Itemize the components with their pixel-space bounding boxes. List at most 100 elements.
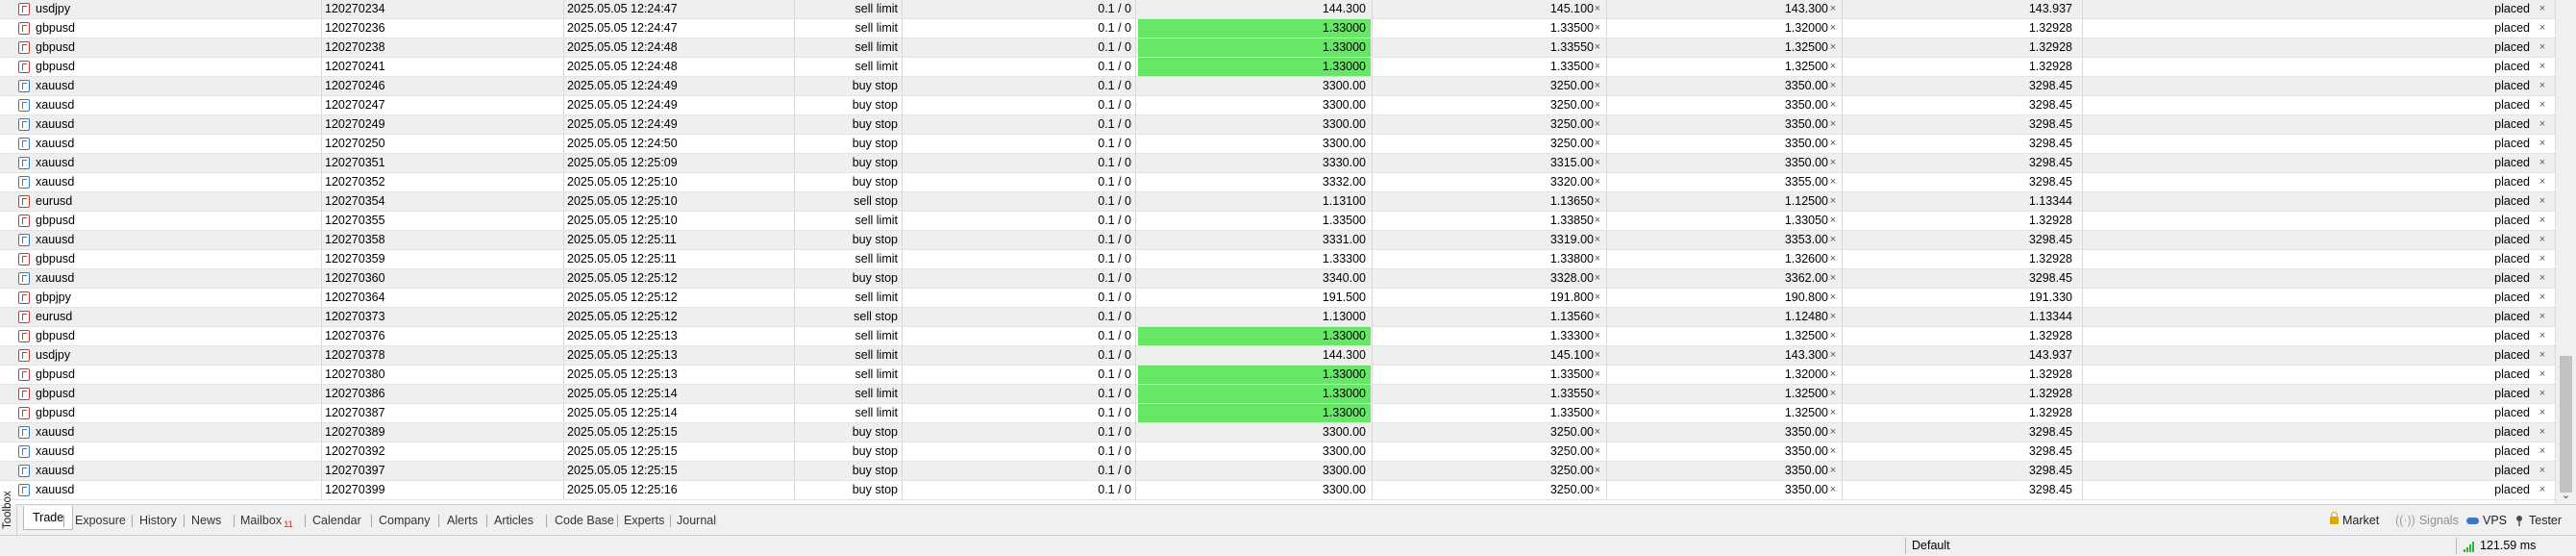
table-row[interactable]: gbpusd 120270387 2025.05.05 12:25:14 sell l… <box>0 404 2555 423</box>
remove-sl-icon[interactable]: × <box>1592 115 1603 134</box>
take-profit-cell[interactable]: 3350.00 <box>1610 77 1828 95</box>
remove-tp-icon[interactable]: × <box>1827 327 1839 345</box>
delete-order-icon[interactable]: × <box>2536 250 2549 268</box>
stop-loss-cell[interactable]: 3250.00 <box>1375 96 1594 114</box>
take-profit-cell[interactable]: 1.12500 <box>1610 192 1828 211</box>
take-profit-cell[interactable]: 3353.00 <box>1610 231 1828 249</box>
remove-tp-icon[interactable]: × <box>1827 115 1839 134</box>
remove-sl-icon[interactable]: × <box>1592 327 1603 345</box>
remove-tp-icon[interactable]: × <box>1827 481 1839 499</box>
tab-history[interactable]: History <box>139 511 177 530</box>
take-profit-cell[interactable]: 3350.00 <box>1610 135 1828 153</box>
take-profit-cell[interactable]: 1.32500 <box>1610 404 1828 422</box>
take-profit-cell[interactable]: 1.32500 <box>1610 58 1828 76</box>
take-profit-cell[interactable]: 3362.00 <box>1610 269 1828 288</box>
remove-sl-icon[interactable]: × <box>1592 231 1603 249</box>
remove-sl-icon[interactable]: × <box>1592 481 1603 499</box>
tab-code-base[interactable]: Code Base <box>555 511 614 530</box>
remove-tp-icon[interactable]: × <box>1827 38 1839 57</box>
stop-loss-cell[interactable]: 3250.00 <box>1375 77 1594 95</box>
stop-loss-cell[interactable]: 1.33550 <box>1375 385 1594 403</box>
take-profit-cell[interactable]: 3350.00 <box>1610 154 1828 172</box>
remove-tp-icon[interactable]: × <box>1827 154 1839 172</box>
delete-order-icon[interactable]: × <box>2536 212 2549 230</box>
delete-order-icon[interactable]: × <box>2536 346 2549 365</box>
table-row[interactable]: eurusd 120270373 2025.05.05 12:25:12 sell s… <box>0 308 2555 327</box>
take-profit-cell[interactable]: 1.32600 <box>1610 250 1828 268</box>
take-profit-cell[interactable]: 3350.00 <box>1610 96 1828 114</box>
remove-sl-icon[interactable]: × <box>1592 366 1603 384</box>
remove-sl-icon[interactable]: × <box>1592 212 1603 230</box>
table-row[interactable]: xauusd 120270247 2025.05.05 12:24:49 buy st… <box>0 96 2555 115</box>
take-profit-cell[interactable]: 3350.00 <box>1610 423 1828 442</box>
remove-sl-icon[interactable]: × <box>1592 385 1603 403</box>
delete-order-icon[interactable]: × <box>2536 269 2549 288</box>
vertical-scrollbar[interactable]: ⌄ <box>2555 0 2576 504</box>
table-row[interactable]: gbpusd 120270236 2025.05.05 12:24:47 sell l… <box>0 19 2555 38</box>
delete-order-icon[interactable]: × <box>2536 19 2549 38</box>
remove-tp-icon[interactable]: × <box>1827 19 1839 38</box>
remove-tp-icon[interactable]: × <box>1827 289 1839 307</box>
table-row[interactable]: xauusd 120270389 2025.05.05 12:25:15 buy st… <box>0 423 2555 442</box>
table-row[interactable]: xauusd 120270250 2025.05.05 12:24:50 buy st… <box>0 135 2555 154</box>
table-row[interactable]: xauusd 120270399 2025.05.05 12:25:16 buy st… <box>0 481 2555 500</box>
stop-loss-cell[interactable]: 3250.00 <box>1375 115 1594 134</box>
take-profit-cell[interactable]: 1.33050 <box>1610 212 1828 230</box>
delete-order-icon[interactable]: × <box>2536 38 2549 57</box>
remove-tp-icon[interactable]: × <box>1827 269 1839 288</box>
remove-tp-icon[interactable]: × <box>1827 308 1839 326</box>
scrollbar-thumb[interactable] <box>2560 356 2572 493</box>
remove-sl-icon[interactable]: × <box>1592 154 1603 172</box>
take-profit-cell[interactable]: 1.32000 <box>1610 19 1828 38</box>
toolbox-side-panel[interactable]: Toolbox <box>0 491 17 535</box>
tab-news[interactable]: News <box>191 511 221 530</box>
tab-signals[interactable]: ((·)) Signals <box>2395 511 2459 530</box>
remove-sl-icon[interactable]: × <box>1592 77 1603 95</box>
stop-loss-cell[interactable]: 1.33500 <box>1375 58 1594 76</box>
stop-loss-cell[interactable]: 3319.00 <box>1375 231 1594 249</box>
remove-sl-icon[interactable]: × <box>1592 0 1603 18</box>
remove-tp-icon[interactable]: × <box>1827 231 1839 249</box>
tab-calendar[interactable]: Calendar <box>312 511 361 530</box>
stop-loss-cell[interactable]: 145.100 <box>1375 0 1594 18</box>
delete-order-icon[interactable]: × <box>2536 404 2549 422</box>
stop-loss-cell[interactable]: 3315.00 <box>1375 154 1594 172</box>
table-row[interactable]: gbpusd 120270380 2025.05.05 12:25:13 sell l… <box>0 366 2555 385</box>
delete-order-icon[interactable]: × <box>2536 135 2549 153</box>
remove-sl-icon[interactable]: × <box>1592 19 1603 38</box>
tab-vps[interactable]: VPS <box>2466 511 2507 530</box>
tab-company[interactable]: Company <box>379 511 431 530</box>
tab-alerts[interactable]: Alerts <box>447 511 478 530</box>
table-row[interactable]: eurusd 120270354 2025.05.05 12:25:10 sell s… <box>0 192 2555 212</box>
stop-loss-cell[interactable]: 1.33500 <box>1375 366 1594 384</box>
table-row[interactable]: xauusd 120270249 2025.05.05 12:24:49 buy st… <box>0 115 2555 135</box>
stop-loss-cell[interactable]: 3320.00 <box>1375 173 1594 191</box>
stop-loss-cell[interactable]: 1.33550 <box>1375 38 1594 57</box>
remove-tp-icon[interactable]: × <box>1827 250 1839 268</box>
table-row[interactable]: xauusd 120270246 2025.05.05 12:24:49 buy st… <box>0 77 2555 96</box>
table-row[interactable]: gbpusd 120270376 2025.05.05 12:25:13 sell l… <box>0 327 2555 346</box>
remove-sl-icon[interactable]: × <box>1592 404 1603 422</box>
tab-mailbox[interactable]: Mailbox 11 <box>240 511 293 530</box>
stop-loss-cell[interactable]: 3250.00 <box>1375 481 1594 499</box>
remove-sl-icon[interactable]: × <box>1592 135 1603 153</box>
stop-loss-cell[interactable]: 3250.00 <box>1375 442 1594 461</box>
delete-order-icon[interactable]: × <box>2536 154 2549 172</box>
tab-trade[interactable]: Trade <box>23 506 74 530</box>
delete-order-icon[interactable]: × <box>2536 442 2549 461</box>
stop-loss-cell[interactable]: 1.33300 <box>1375 327 1594 345</box>
remove-sl-icon[interactable]: × <box>1592 423 1603 442</box>
remove-sl-icon[interactable]: × <box>1592 250 1603 268</box>
table-row[interactable]: usdjpy 120270234 2025.05.05 12:24:47 sell l… <box>0 0 2555 19</box>
remove-sl-icon[interactable]: × <box>1592 289 1603 307</box>
remove-tp-icon[interactable]: × <box>1827 385 1839 403</box>
take-profit-cell[interactable]: 1.32500 <box>1610 385 1828 403</box>
remove-tp-icon[interactable]: × <box>1827 96 1839 114</box>
delete-order-icon[interactable]: × <box>2536 289 2549 307</box>
take-profit-cell[interactable]: 1.12480 <box>1610 308 1828 326</box>
delete-order-icon[interactable]: × <box>2536 115 2549 134</box>
tab-tester[interactable]: Tester <box>2514 511 2562 530</box>
delete-order-icon[interactable]: × <box>2536 308 2549 326</box>
delete-order-icon[interactable]: × <box>2536 462 2549 480</box>
table-row[interactable]: gbpusd 120270241 2025.05.05 12:24:48 sell l… <box>0 58 2555 77</box>
